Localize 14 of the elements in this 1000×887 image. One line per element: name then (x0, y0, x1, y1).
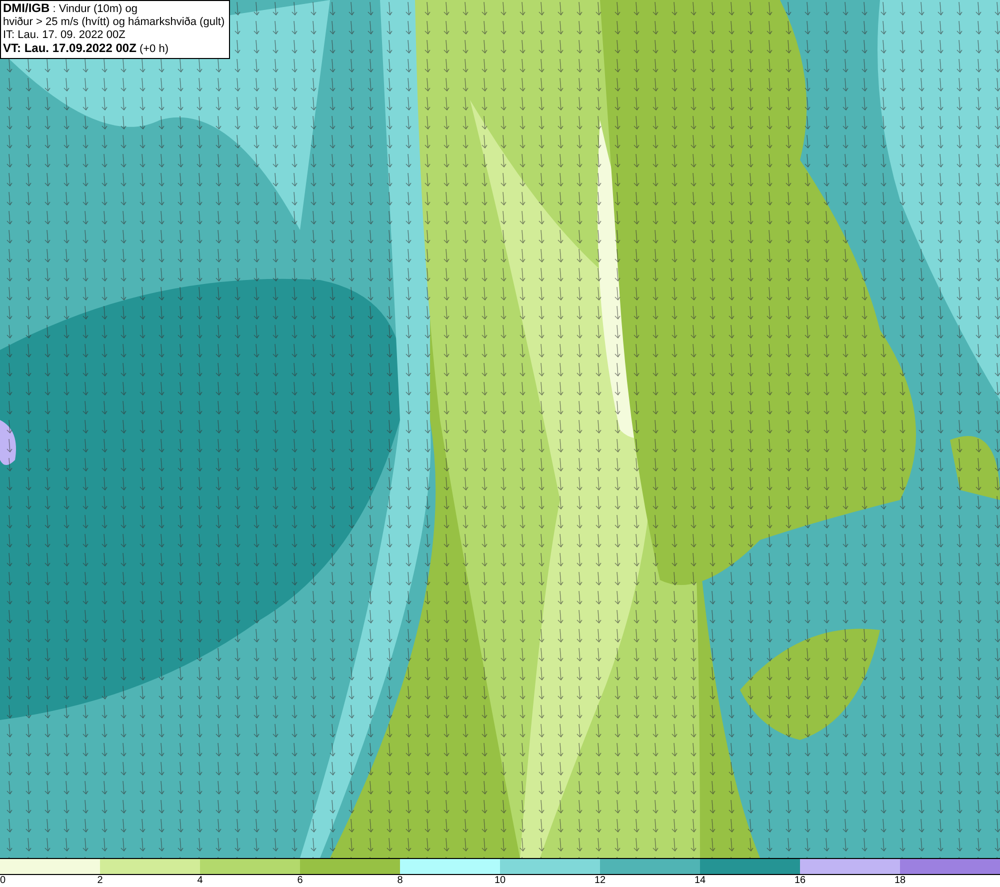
scale-label: 10 (494, 875, 506, 887)
legend-text: IT: Lau. 17. 09. 2022 00Z (3, 29, 126, 42)
scale-label: 0 (0, 875, 6, 887)
scale-label: 6 (297, 875, 303, 887)
scale-label: 4 (197, 875, 203, 887)
scale-label: 2 (97, 875, 103, 887)
scale-label: 14 (694, 875, 706, 887)
scale-label: 12 (594, 875, 606, 887)
scale-label: 8 (397, 875, 403, 887)
legend-text: DMI/IGB : Vindur (10m) og (3, 2, 139, 16)
scale-label: 16 (794, 875, 806, 887)
legend-text: VT: Lau. 17.09.2022 00Z (+0 h) (3, 42, 170, 56)
legend-text: hviður > 25 m/s (hvítt) og hámarkshviða (gult) (3, 16, 225, 29)
scale-label: 18 (894, 875, 906, 887)
